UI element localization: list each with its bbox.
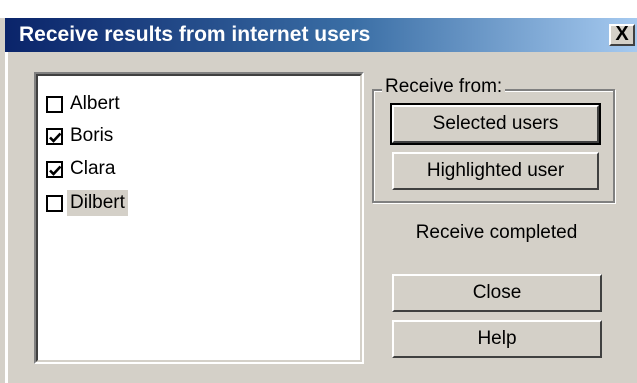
checkmark-icon: [49, 165, 62, 176]
title-bar[interactable]: Receive results from internet users X: [5, 18, 637, 52]
highlighted-user-button[interactable]: Highlighted user: [392, 152, 599, 190]
help-button[interactable]: Help: [392, 320, 602, 358]
checkbox-boris[interactable]: [46, 127, 63, 145]
list-item-albert[interactable]: Albert: [46, 89, 123, 119]
user-label-boris: Boris: [70, 125, 114, 146]
top-background: [0, 0, 637, 18]
window-title: Receive results from internet users: [19, 23, 371, 46]
dialog-window: Receive results from internet users X Al…: [0, 0, 637, 383]
receive-from-label: Receive from:: [382, 76, 506, 98]
close-window-button[interactable]: X: [609, 24, 635, 46]
dialog-left-edge: [5, 52, 8, 383]
status-text: Receive completed: [415, 222, 578, 243]
checkmark-icon: [49, 132, 62, 143]
user-label-clara: Clara: [70, 158, 116, 179]
users-listbox[interactable]: Albert Boris Clara Dilbert: [34, 72, 364, 364]
checkbox-clara[interactable]: [46, 160, 63, 178]
list-item-dilbert[interactable]: Dilbert: [46, 188, 128, 218]
close-icon: X: [615, 23, 629, 45]
selected-users-button[interactable]: Selected users: [390, 103, 601, 145]
user-label-dilbert: Dilbert: [67, 190, 128, 216]
users-list: Albert Boris Clara Dilbert: [36, 74, 362, 362]
user-label-albert: Albert: [70, 93, 120, 114]
checkbox-dilbert[interactable]: [46, 194, 63, 212]
close-button[interactable]: Close: [392, 274, 602, 312]
list-item-clara[interactable]: Clara: [46, 154, 118, 184]
list-item-boris[interactable]: Boris: [46, 121, 116, 151]
checkbox-albert[interactable]: [46, 95, 63, 113]
